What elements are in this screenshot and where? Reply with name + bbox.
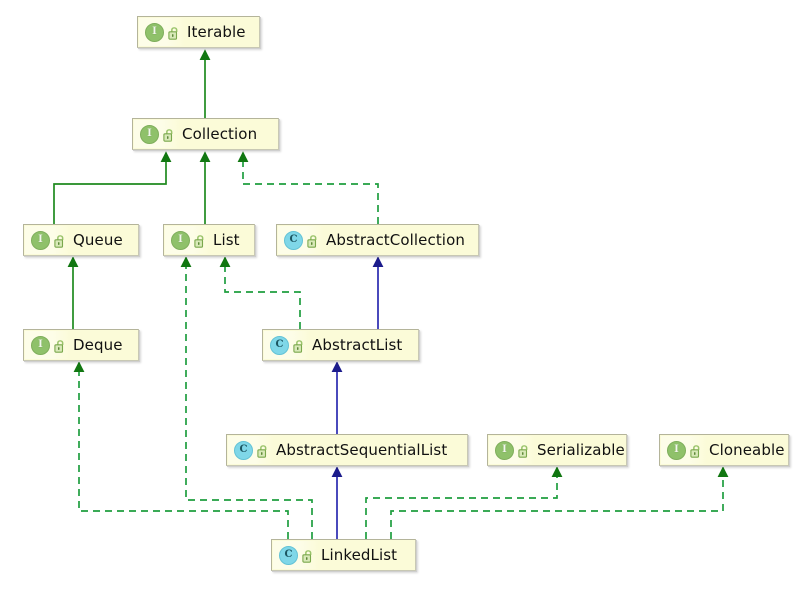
interface-icon: I — [145, 22, 164, 42]
unlock-icon — [194, 231, 213, 250]
edge-linkedlist-implements-serializable — [365, 466, 563, 539]
node-iterable[interactable]: I Iterable — [137, 16, 260, 48]
unlock-icon — [54, 336, 73, 355]
node-linkedlist[interactable]: C LinkedList — [271, 539, 416, 571]
node-label: Collection — [182, 125, 258, 143]
interface-icon: I — [171, 230, 190, 250]
node-label: Deque — [73, 336, 123, 354]
edge-abstractlist-implements-list — [219, 256, 301, 329]
node-label: AbstractList — [312, 336, 403, 354]
class-icon: C — [284, 230, 303, 250]
interface-icon: I — [31, 230, 50, 250]
edge-linkedlist-implements-list — [180, 256, 313, 539]
class-hierarchy-diagram: I Iterable I Collection I Queue I List C Abstract… — [0, 0, 802, 589]
node-label: Queue — [73, 231, 123, 249]
unlock-icon — [690, 441, 709, 460]
node-label: Serializable — [537, 441, 625, 459]
node-collection[interactable]: I Collection — [132, 118, 279, 150]
interface-icon: I — [667, 440, 686, 460]
edge-abstractcollection-implements-collection — [237, 151, 379, 224]
node-abstractcollection[interactable]: C AbstractCollection — [276, 224, 479, 256]
unlock-icon — [257, 441, 276, 460]
class-icon: C — [270, 335, 289, 355]
node-label: AbstractCollection — [326, 231, 465, 249]
node-label: List — [213, 231, 240, 249]
unlock-icon — [518, 441, 537, 460]
node-label: LinkedList — [321, 546, 398, 564]
class-icon: C — [234, 440, 253, 460]
unlock-icon — [163, 125, 182, 144]
node-serializable[interactable]: I Serializable — [487, 434, 627, 466]
interface-icon: I — [31, 335, 50, 355]
unlock-icon — [293, 336, 312, 355]
unlock-icon — [54, 231, 73, 250]
unlock-icon — [307, 231, 326, 250]
interface-icon: I — [140, 124, 159, 144]
edge-queue-extends-collection — [53, 151, 172, 224]
node-label: AbstractSequentialList — [276, 441, 448, 459]
node-deque[interactable]: I Deque — [23, 329, 139, 361]
class-icon: C — [279, 545, 298, 565]
interface-icon: I — [495, 440, 514, 460]
node-abstractlist[interactable]: C AbstractList — [262, 329, 419, 361]
edge-layer — [53, 49, 729, 539]
unlock-icon — [168, 23, 187, 42]
node-label: Cloneable — [709, 441, 785, 459]
unlock-icon — [302, 546, 321, 565]
node-abstractsequentiallist[interactable]: C AbstractSequentialList — [226, 434, 468, 466]
node-label: Iterable — [187, 23, 246, 41]
node-queue[interactable]: I Queue — [23, 224, 139, 256]
node-list[interactable]: I List — [163, 224, 255, 256]
node-cloneable[interactable]: I Cloneable — [659, 434, 789, 466]
